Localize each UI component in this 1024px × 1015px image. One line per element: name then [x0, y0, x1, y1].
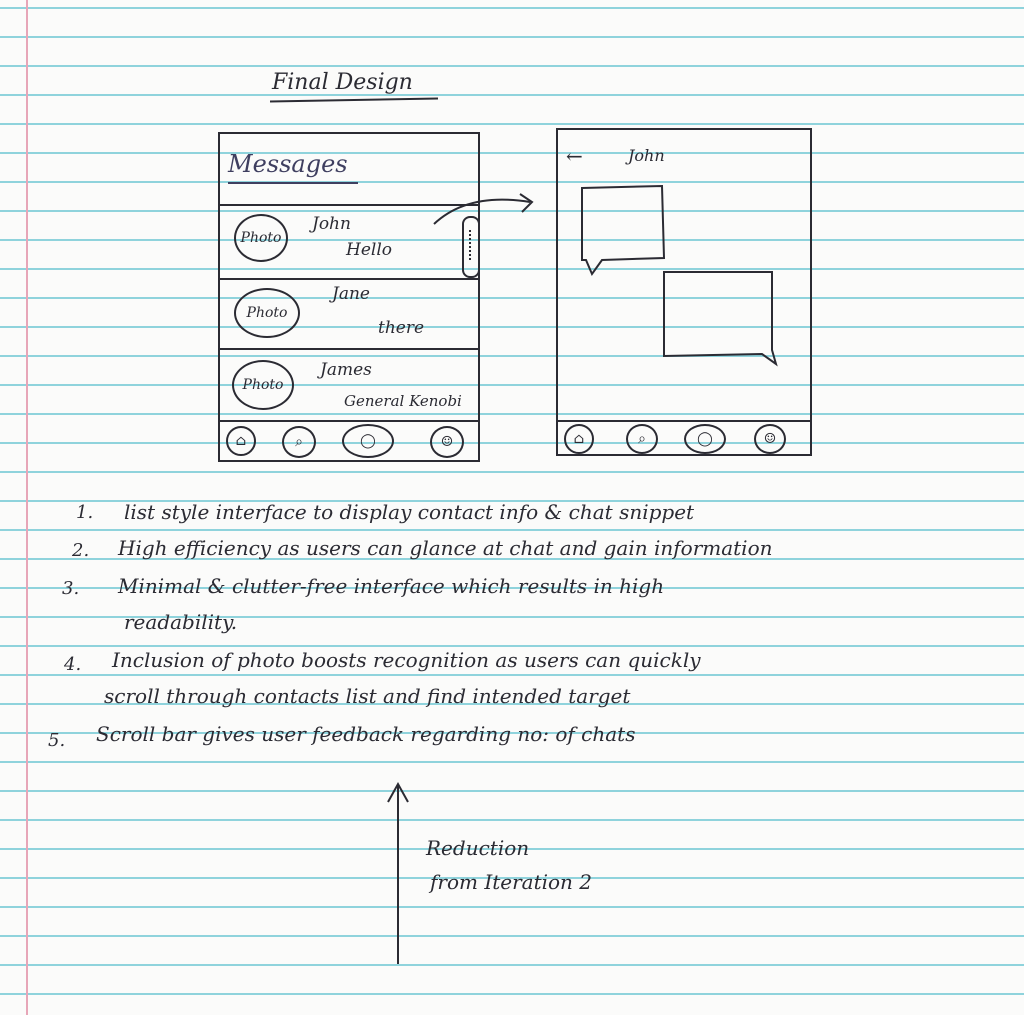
tab-bar: ⌂ ⌕ ◯ ☺	[558, 420, 810, 454]
note-text: High efficiency as users can glance at c…	[118, 536, 773, 560]
annotation-line-1: Reduction	[426, 836, 530, 860]
profile-icon[interactable]: ☺	[430, 426, 464, 458]
contact-name: Jane	[332, 284, 370, 304]
note-text: readability.	[124, 610, 238, 634]
chat-snippet: Hello	[346, 240, 392, 260]
note-number: 5.	[48, 730, 66, 751]
chat-snippet: there	[378, 318, 425, 338]
row-divider	[220, 348, 478, 350]
note-text: Inclusion of photo boosts recognition as…	[112, 648, 701, 672]
profile-icon[interactable]: ☺	[754, 424, 786, 454]
up-arrow-icon	[387, 781, 409, 964]
notebook-margin-line	[26, 0, 28, 1015]
sent-message-bubble	[663, 271, 778, 367]
chat-screen: ← John ⌂ ⌕ ◯ ☺	[556, 128, 812, 456]
row-divider	[220, 278, 478, 280]
title-underline	[269, 97, 439, 103]
messages-header-underline	[228, 182, 358, 184]
received-message-bubble	[581, 184, 666, 277]
search-icon[interactable]: ⌕	[626, 424, 658, 454]
page-title: Final Design	[272, 70, 413, 95]
home-icon[interactable]: ⌂	[226, 426, 256, 456]
note-text: Minimal & clutter-free interface which r…	[118, 574, 665, 598]
search-icon[interactable]: ⌕	[282, 426, 316, 458]
chat-icon[interactable]: ◯	[342, 424, 394, 458]
tab-bar: ⌂ ⌕ ◯ ☺	[220, 420, 478, 460]
chat-icon[interactable]: ◯	[684, 424, 726, 454]
chat-contact-name: John	[628, 146, 665, 165]
avatar: Photo	[234, 214, 288, 262]
note-number: 2.	[72, 540, 90, 561]
contact-name: James	[320, 360, 372, 380]
note-text: list style interface to display contact …	[124, 500, 695, 524]
chat-snippet: General Kenobi	[344, 392, 462, 410]
note-number: 3.	[62, 578, 80, 599]
contact-name: John	[312, 214, 351, 234]
note-text: Scroll bar gives user feedback regarding…	[96, 722, 636, 746]
messages-header: Messages	[228, 150, 348, 178]
avatar: Photo	[234, 288, 300, 338]
message-list-screen: Messages Photo John Hello Photo Jane the…	[218, 132, 480, 462]
note-number: 4.	[64, 654, 82, 675]
note-text: scroll through contacts list and find in…	[104, 684, 631, 708]
transition-arrow-icon	[433, 193, 534, 225]
home-icon[interactable]: ⌂	[564, 424, 594, 454]
scroll-thumb	[469, 230, 473, 260]
back-arrow-icon[interactable]: ←	[566, 144, 583, 168]
annotation-line-2: from Iteration 2	[430, 870, 593, 894]
avatar: Photo	[232, 360, 294, 410]
note-number: 1.	[76, 502, 94, 523]
